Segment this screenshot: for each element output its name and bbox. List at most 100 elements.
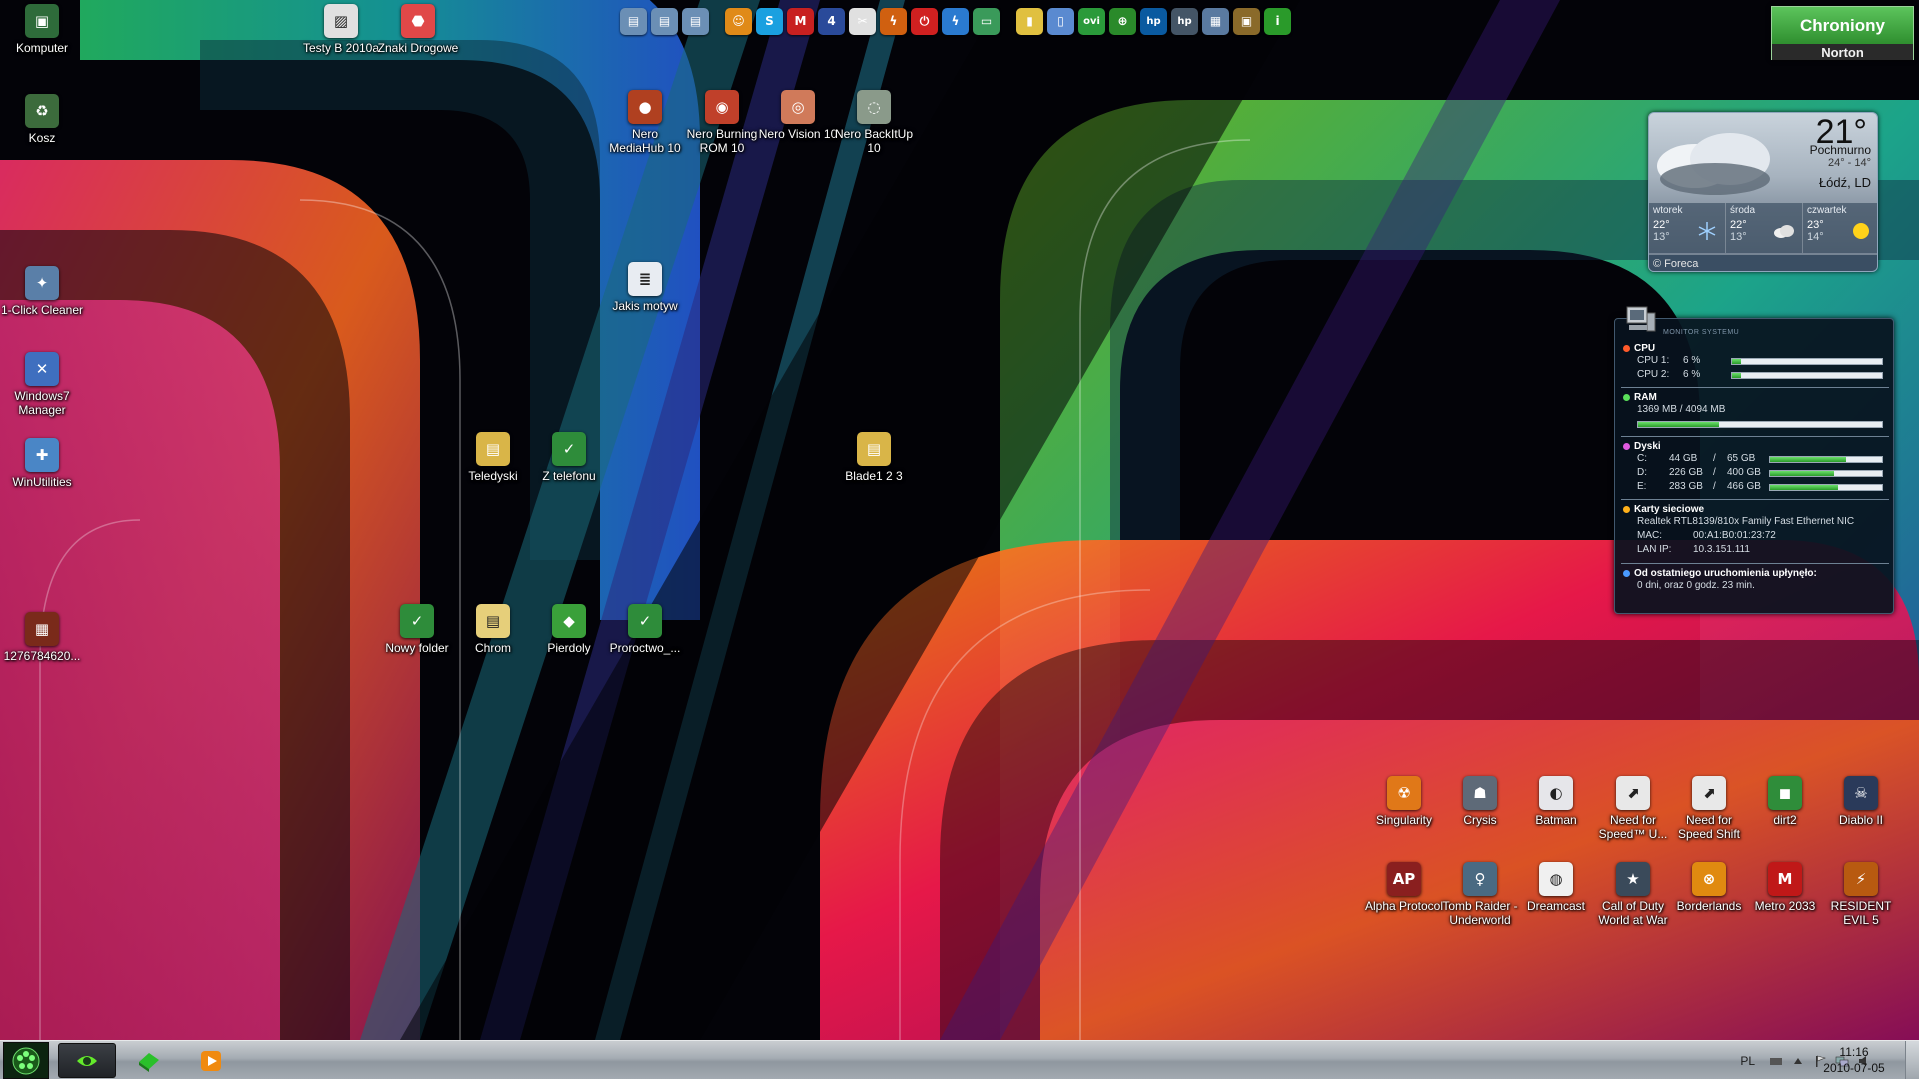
computer-icon: ▣ (25, 4, 59, 38)
desktop-icon-proroctwo[interactable]: ✓ Proroctwo_... (603, 604, 687, 655)
desktop-icon-label: Need for Speed™ U... (1598, 813, 1668, 841)
desktop-icon-img127[interactable]: ▦ 1276784620... (0, 612, 84, 663)
desktop-icon-borderlands[interactable]: ⊗ Borderlands (1667, 862, 1751, 913)
desktop-icon-blade[interactable]: ▤ Blade1 2 3 (832, 432, 916, 483)
language-indicator[interactable]: PL (1740, 1054, 1755, 1068)
skype-icon[interactable]: S (756, 7, 783, 35)
desktop-icon-neromh[interactable]: ● Nero MediaHub 10 (603, 90, 687, 155)
desktop-icon-nerovision[interactable]: ◎ Nero Vision 10 (756, 90, 840, 141)
start-orb-icon (12, 1047, 40, 1074)
system-monitor-gadget[interactable]: MONITOR SYSTEMU CPU CPU 1: 6 % CPU 2: 6 … (1614, 306, 1894, 614)
desktop-icon-jakismotyw[interactable]: ≣ Jakis motyw (603, 262, 687, 313)
desktop-icon-alpha[interactable]: AP Alpha Protocol (1362, 862, 1446, 913)
taskbar-button-app[interactable] (120, 1043, 178, 1078)
monitor-icon[interactable]: ▭ (973, 7, 1000, 35)
show-hidden-icons-icon[interactable] (1791, 1054, 1805, 1068)
folder-blue-icon[interactable]: ▤ (651, 7, 678, 35)
lightning-app-icon[interactable]: ϟ (880, 7, 907, 35)
network-dot-icon (1623, 506, 1630, 513)
desktop-icon-batman[interactable]: ◐ Batman (1514, 776, 1598, 827)
desktop-icon-tombraider[interactable]: ♀ Tomb Raider - Underworld (1438, 862, 1522, 927)
windows7-manager-icon: ✕ (25, 352, 59, 386)
desktop-icon-testyb[interactable]: ▨ Testy B 2010a (299, 4, 383, 55)
taskbar-button-nvidia[interactable] (58, 1043, 116, 1078)
photo-icon[interactable]: ▦ (1202, 7, 1229, 35)
chart-icon[interactable]: ▮ (1016, 7, 1043, 35)
weather-city: Łódź, LD (1818, 175, 1871, 190)
desktop-icon-ztelefonu[interactable]: ✓ Z telefonu (527, 432, 611, 483)
desktop-icon-pierdoly[interactable]: ◆ Pierdoly (527, 604, 611, 655)
desktop-icon-codwaw[interactable]: ★ Call of Duty World at War (1591, 862, 1675, 927)
folder-blue-icon[interactable]: ▤ (682, 7, 709, 35)
show-desktop-button[interactable] (1905, 1041, 1919, 1079)
tomb-raider-icon: ♀ (1463, 862, 1497, 896)
desktop-icon-dirt2[interactable]: ◼ dirt2 (1743, 776, 1827, 827)
ovi-icon[interactable]: ovi (1078, 7, 1105, 35)
divider (1621, 499, 1889, 500)
desktop-icon-singularity[interactable]: ☢ Singularity (1362, 776, 1446, 827)
recycle-bin-icon: ♻ (25, 94, 59, 128)
folder-blue-icon[interactable]: ▤ (620, 7, 647, 35)
disks-title: Dyski (1634, 441, 1661, 452)
weather-credit[interactable]: © Foreca (1649, 255, 1877, 271)
start-button[interactable] (3, 1042, 49, 1079)
desktop-icon-win7mgr[interactable]: ✕ Windows7 Manager (0, 352, 84, 417)
weather-gadget[interactable]: 21° Pochmurno 24° - 14° Łódź, LD wtorek … (1648, 112, 1878, 272)
desktop-icon-label: Nero Burning ROM 10 (686, 127, 758, 155)
disk-used: 44 GB (1669, 453, 1698, 464)
desktop-icon-cleaner[interactable]: ✦ 1-Click Cleaner (0, 266, 84, 317)
desktop-icon-crysis[interactable]: ☗ Crysis (1438, 776, 1522, 827)
taskbar-button-media-player[interactable] (182, 1043, 240, 1078)
desktop-icon-label: Pierdoly (547, 641, 591, 655)
desktop-icon-metro[interactable]: M Metro 2033 (1743, 862, 1827, 913)
desktop-icon-re5[interactable]: ⚡ RESIDENT EVIL 5 (1819, 862, 1903, 927)
desktop-icon-nfsshift[interactable]: ⬈ Need for Speed Shift (1667, 776, 1751, 841)
folder-green-icon: ✓ (400, 604, 434, 638)
tool-icon[interactable]: ✂ (849, 7, 876, 35)
desktop-icon-winutils[interactable]: ✚ WinUtilities (0, 438, 84, 489)
desktop-icon-kosz[interactable]: ♻ Kosz (0, 94, 84, 145)
desktop-icon-neroburn[interactable]: ◉ Nero Burning ROM 10 (680, 90, 764, 155)
divider (1621, 387, 1889, 388)
desktop-icon-chrom[interactable]: ▤ Chrom (451, 604, 535, 655)
hp-logo-icon[interactable]: hp (1171, 7, 1198, 35)
desktop-icon-label: Testy B 2010a (302, 41, 380, 55)
desktop-icon-nfsu[interactable]: ⬈ Need for Speed™ U... (1591, 776, 1675, 841)
flash-icon[interactable]: ϟ (942, 7, 969, 35)
weather-forecast: wtorek 22° 13° środa 22° 13° czwartek 23… (1649, 203, 1877, 253)
alpha-protocol-icon: AP (1387, 862, 1421, 896)
power-icon[interactable]: ⏻ (911, 7, 938, 35)
smiley-icon[interactable]: ☺ (725, 7, 752, 35)
testy-icon: ▨ (324, 4, 358, 38)
folder-green-icon: ✓ (552, 432, 586, 466)
desktop-icon-diablo2[interactable]: ☠ Diablo II (1819, 776, 1903, 827)
disk-label: C: (1637, 453, 1647, 464)
four-icon[interactable]: 4 (818, 7, 845, 35)
desktop-icon-teledyski[interactable]: ▤ Teledyski (451, 432, 535, 483)
desktop-icon-nowyfolder[interactable]: ✓ Nowy folder (375, 604, 459, 655)
green-globe-icon[interactable]: ⊕ (1109, 7, 1136, 35)
box-icon[interactable]: ▣ (1233, 7, 1260, 35)
taskbar-clock[interactable]: 11:16 2010-07-05 (1819, 1044, 1889, 1076)
cpu2-bar-fill (1732, 373, 1741, 378)
hp-icon[interactable]: hp (1140, 7, 1167, 35)
disk-slash: / (1713, 467, 1716, 478)
phone-icon[interactable]: ▯ (1047, 7, 1074, 35)
norton-gadget[interactable]: Chroniony Norton (1771, 6, 1914, 60)
desktop-icon-znaki[interactable]: ⬣ Znaki Drogowe (376, 4, 460, 55)
cpu-row: CPU 2: 6 % (1623, 368, 1887, 382)
desktop-icon-dreamcast[interactable]: ◍ Dreamcast (1514, 862, 1598, 913)
folder-green-icon: ◆ (552, 604, 586, 638)
gmail-icon[interactable]: M (787, 7, 814, 35)
desktop-icon-nerobackit[interactable]: ◌ Nero BackItUp 10 (832, 90, 916, 155)
metro-2033-icon: M (1768, 862, 1802, 896)
desktop-icon-label: Metro 2033 (1754, 899, 1816, 913)
cpu-row: CPU 1: 6 % (1623, 354, 1887, 368)
dirt2-icon: ◼ (1768, 776, 1802, 810)
desktop-icon-komputer[interactable]: ▣ Komputer (0, 4, 84, 55)
keyboard-icon[interactable] (1769, 1054, 1783, 1068)
need-for-speed-shift-icon: ⬈ (1692, 776, 1726, 810)
disk-row: D: 226 GB / 400 GB (1623, 466, 1887, 480)
nero-vision-icon: ◎ (781, 90, 815, 124)
info-icon[interactable]: i (1264, 7, 1291, 35)
